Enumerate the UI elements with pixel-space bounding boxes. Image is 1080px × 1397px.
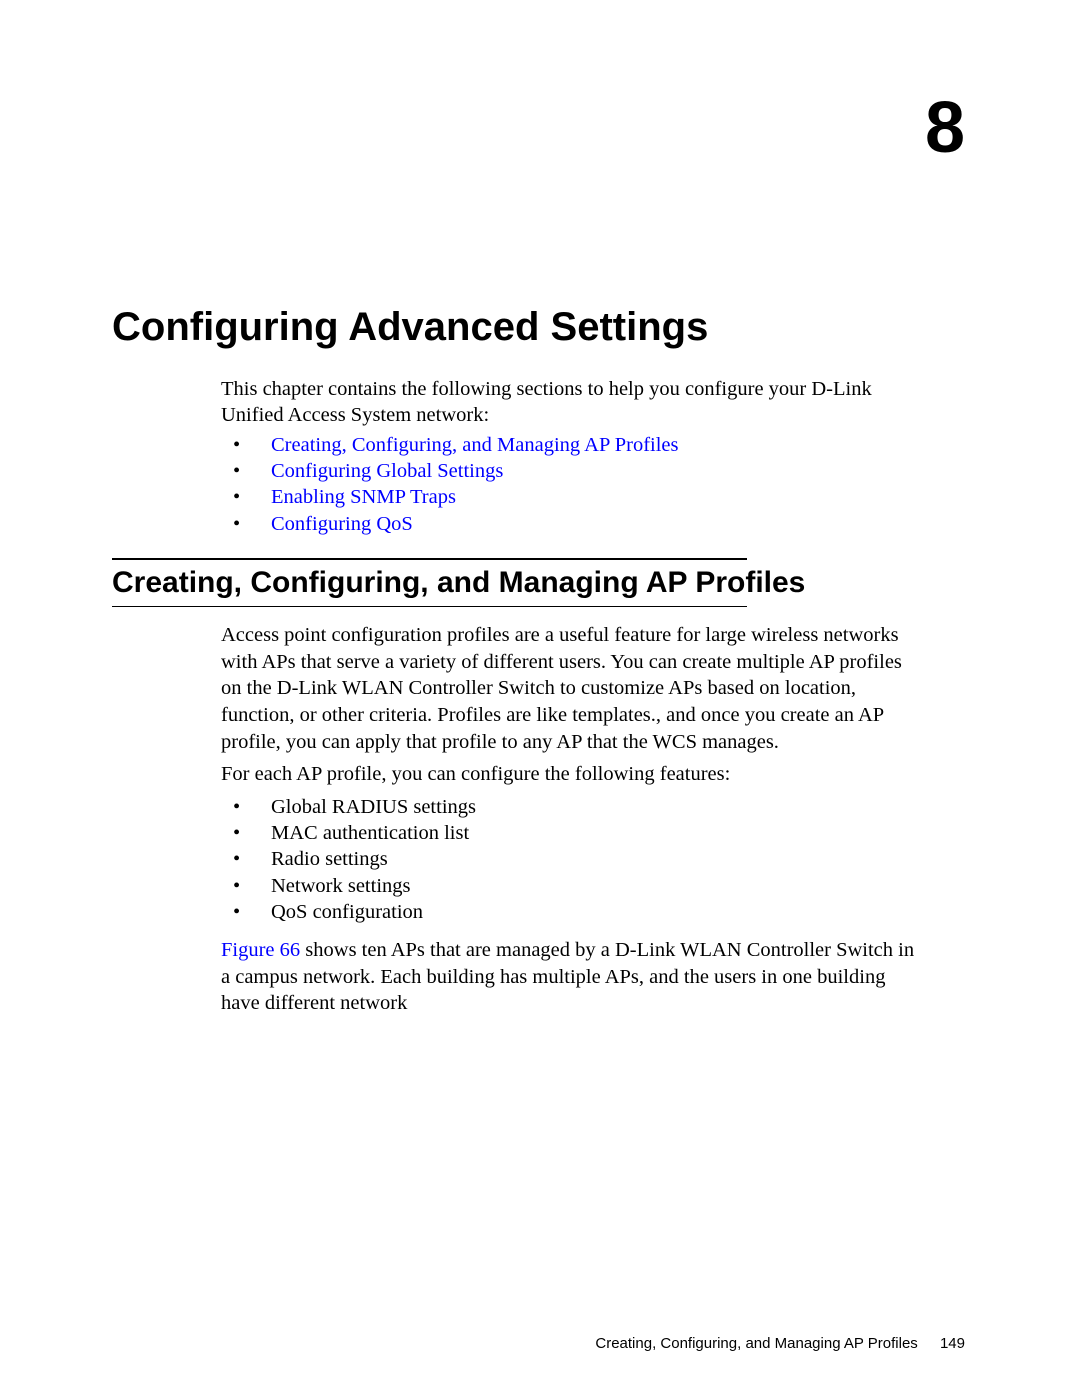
paragraph-tail: shows ten APs that are managed by a D-Li…: [221, 939, 914, 1014]
toc-link-list: • Creating, Configuring, and Managing AP…: [221, 432, 921, 537]
intro-paragraph: This chapter contains the following sect…: [221, 376, 921, 428]
feature-text: Global RADIUS settings: [271, 794, 476, 820]
feature-text: Network settings: [271, 873, 411, 899]
toc-link-global-settings[interactable]: Configuring Global Settings: [271, 458, 503, 484]
toc-link-ap-profiles[interactable]: Creating, Configuring, and Managing AP P…: [271, 432, 679, 458]
bullet-icon: •: [221, 511, 271, 537]
chapter-title: Configuring Advanced Settings: [112, 305, 708, 350]
bullet-icon: •: [221, 484, 271, 510]
section-heading: Creating, Configuring, and Managing AP P…: [112, 566, 805, 600]
section-paragraph-3: Figure 66 shows ten APs that are managed…: [221, 937, 927, 1017]
toc-link-qos[interactable]: Configuring QoS: [271, 511, 413, 537]
bullet-icon: •: [221, 820, 271, 846]
list-item: • QoS configuration: [221, 899, 921, 925]
list-item: • Enabling SNMP Traps: [221, 484, 921, 510]
bullet-icon: •: [221, 794, 271, 820]
list-item: • Creating, Configuring, and Managing AP…: [221, 432, 921, 458]
toc-link-snmp-traps[interactable]: Enabling SNMP Traps: [271, 484, 456, 510]
page-number: 149: [940, 1335, 965, 1352]
bullet-icon: •: [221, 899, 271, 925]
section-rule-top: [112, 558, 747, 560]
list-item: • Configuring Global Settings: [221, 458, 921, 484]
list-item: • MAC authentication list: [221, 820, 921, 846]
page: 8 Configuring Advanced Settings This cha…: [0, 0, 1080, 1397]
bullet-icon: •: [221, 432, 271, 458]
section-paragraph-2: For each AP profile, you can configure t…: [221, 761, 921, 788]
chapter-number: 8: [925, 92, 965, 164]
feature-list: • Global RADIUS settings • MAC authentic…: [221, 794, 921, 925]
list-item: • Network settings: [221, 873, 921, 899]
figure-link[interactable]: Figure 66: [221, 939, 300, 961]
list-item: • Radio settings: [221, 846, 921, 872]
feature-text: Radio settings: [271, 846, 388, 872]
list-item: • Configuring QoS: [221, 511, 921, 537]
bullet-icon: •: [221, 873, 271, 899]
list-item: • Global RADIUS settings: [221, 794, 921, 820]
feature-text: QoS configuration: [271, 899, 423, 925]
page-footer: Creating, Configuring, and Managing AP P…: [595, 1335, 965, 1352]
bullet-icon: •: [221, 458, 271, 484]
footer-section-name: Creating, Configuring, and Managing AP P…: [595, 1335, 917, 1352]
feature-text: MAC authentication list: [271, 820, 469, 846]
section-rule-bottom: [112, 606, 747, 607]
section-paragraph-1: Access point configuration profiles are …: [221, 622, 923, 755]
bullet-icon: •: [221, 846, 271, 872]
